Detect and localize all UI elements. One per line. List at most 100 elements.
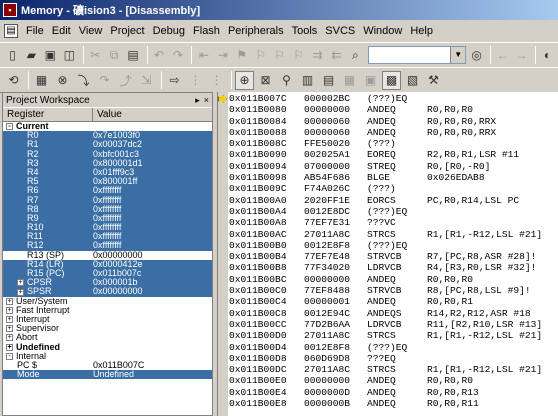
show-next-icon[interactable]: ⇨: [165, 71, 184, 90]
disassembly-line[interactable]: 0x011B00B8 77F34020 LDRVCB R4,[R3,R0,LSR #3…: [229, 262, 542, 273]
logic-analyzer-icon[interactable]: ▧: [403, 71, 422, 90]
stop-run-icon[interactable]: ⊗: [53, 71, 72, 90]
disassembly-line[interactable]: 0x011B00C0 77EF8488 STRVCB R8,[PC,R8,LSL #9…: [229, 285, 542, 296]
disassembly-line[interactable]: 0x011B0080 00000000 ANDEQ R0,R0,R0: [229, 104, 542, 115]
disassembly-line[interactable]: 0x011B00DC 27011A8C STRCS R1,[R1,-R12,LSL #…: [229, 364, 542, 375]
disassembly-line[interactable]: 0x011B00B0 0012E8F8 (???)EQ: [229, 240, 542, 251]
register-row[interactable]: Mode Undefined: [3, 369, 212, 380]
disassembly-line[interactable]: 0x011B008C FFE50020 (???): [229, 138, 542, 149]
disassembly-line[interactable]: 0x011B00A8 77EF7E31 ???VC: [229, 217, 542, 228]
toolbox-icon[interactable]: ⚒: [424, 71, 443, 90]
breakpoint-gutter[interactable]: [218, 92, 228, 416]
expand-icon[interactable]: +: [6, 297, 13, 305]
collapse-icon[interactable]: -: [6, 352, 13, 360]
indent-icon[interactable]: ⇉: [309, 46, 326, 65]
menu-tools[interactable]: Tools: [288, 25, 322, 37]
close-icon[interactable]: ×: [204, 95, 209, 106]
collapse-icon[interactable]: -: [6, 123, 13, 131]
clear-bookmarks-icon[interactable]: ⚐: [290, 46, 307, 65]
step-into-icon[interactable]: ⤵: [74, 71, 93, 90]
save-icon[interactable]: ▣: [42, 46, 59, 65]
register-value[interactable]: Undefined: [93, 369, 212, 380]
expand-icon[interactable]: +: [6, 316, 13, 324]
disassembly-line[interactable]: 0x011B00BC 00000000 ANDEQ R0,R0,R0: [229, 274, 542, 285]
register-value[interactable]: [93, 343, 212, 352]
menu-flash[interactable]: Flash: [189, 25, 224, 37]
disassembly-line[interactable]: 0x011B0090 002025A1 EOREQ R2,R0,R1,LSR #11: [229, 149, 542, 160]
copy-icon[interactable]: ⧉: [106, 46, 123, 65]
expand-icon[interactable]: +: [6, 325, 13, 333]
register-value[interactable]: [93, 324, 212, 333]
unindent-icon[interactable]: ⇇: [328, 46, 345, 65]
undo-icon[interactable]: ↶: [151, 46, 168, 65]
pin-icon[interactable]: ▸: [195, 95, 200, 106]
expand-icon[interactable]: +: [17, 288, 24, 296]
disassembly-line[interactable]: 0x011B00A4 0012E8DC (???)EQ: [229, 206, 542, 217]
disassembly-line[interactable]: 0x011B00D8 060D69D8 ???EQ: [229, 353, 542, 364]
disassembly-line[interactable]: 0x011B00CC 77D2B6AA LDRVCB R11,[R2,R10,LSR …: [229, 319, 542, 330]
forward-icon[interactable]: ⇥: [214, 46, 231, 65]
menu-debug[interactable]: Debug: [149, 25, 189, 37]
disassembly-line[interactable]: 0x011B007C 000002BC (???)EQ: [229, 93, 542, 104]
prev-bookmark-icon[interactable]: ⚐: [252, 46, 269, 65]
perf-analyzer-icon[interactable]: ▩: [382, 70, 401, 90]
disassembly-line[interactable]: 0x011B00E4 0000000D ANDEQ R0,R0,R13: [229, 387, 542, 398]
next-bookmark-icon[interactable]: ⚐: [271, 46, 288, 65]
run-icon[interactable]: ▦: [32, 71, 51, 90]
disassembly-line[interactable]: 0x011B00D0 27011A8C STRCS R1,[R1,-R12,LSL #…: [229, 330, 542, 341]
expand-icon[interactable]: +: [6, 334, 13, 342]
expand-icon[interactable]: +: [6, 343, 13, 351]
disassembly-line[interactable]: 0x011B0098 AB54F686 BLGE 0x026EDAB8: [229, 172, 542, 183]
register-value[interactable]: [93, 306, 212, 315]
column-header-register[interactable]: Register: [3, 108, 93, 121]
menu-window[interactable]: Window: [359, 25, 406, 37]
expand-icon[interactable]: +: [6, 306, 13, 314]
menu-edit[interactable]: Edit: [48, 25, 75, 37]
disassembly-line[interactable]: 0x011B00AC 27011A8C STRCS R1,[R1,-R12,LSL #…: [229, 229, 542, 240]
kill-breakpoints-icon[interactable]: ⋮: [207, 71, 226, 90]
insert-breakpoint-icon[interactable]: ⋮: [186, 71, 205, 90]
menu-peripherals[interactable]: Peripherals: [224, 25, 288, 37]
open-file-icon[interactable]: ▰: [23, 46, 40, 65]
cut-icon[interactable]: ✂: [87, 46, 104, 65]
menu-view[interactable]: View: [75, 25, 107, 37]
memory-window-icon[interactable]: ▦: [340, 71, 359, 90]
disassembly-line[interactable]: 0x011B00E0 00000000 ANDEQ R0,R0,R0: [229, 375, 542, 386]
disassembly-line[interactable]: 0x011B0094 07000000 STREQ R0,[R0,-R0]: [229, 161, 542, 172]
disassembly-line[interactable]: 0x011B00E8 0000000B ANDEQ R0,R0,R11: [229, 398, 542, 409]
step-out-icon[interactable]: ⤴: [116, 71, 135, 90]
menu-file[interactable]: File: [22, 25, 48, 37]
redo-icon[interactable]: ↷: [170, 46, 187, 65]
register-value[interactable]: [93, 333, 212, 342]
binoculars-icon[interactable]: ◎: [468, 46, 485, 65]
registers-icon[interactable]: ▥: [298, 71, 317, 90]
menu-project[interactable]: Project: [106, 25, 148, 37]
disassembly-line[interactable]: 0x011B00A0 2020FF1E EORCS PC,R0,R14,LSL PC: [229, 195, 542, 206]
register-value[interactable]: [93, 315, 212, 324]
disassembly-line[interactable]: 0x011B00C4 00000001 ANDEQ R0,R0,R1: [229, 296, 542, 307]
find-in-files-icon[interactable]: ⌕: [347, 46, 364, 65]
register-value[interactable]: [93, 297, 212, 306]
document-icon[interactable]: ▤: [4, 23, 18, 38]
serial-window-icon[interactable]: ▣: [361, 71, 380, 90]
run-to-cursor-icon[interactable]: ⇲: [137, 71, 156, 90]
disassembly-line[interactable]: 0x011B009C F74A026C (???): [229, 183, 542, 194]
new-file-icon[interactable]: ▯: [4, 46, 21, 65]
disassembly-line[interactable]: 0x011B00B4 77EF7E48 STRVCB R7,[PC,R8,ASR #2…: [229, 251, 542, 262]
reset-icon[interactable]: ⟲: [4, 71, 23, 90]
disassembly-line[interactable]: 0x011B0084 00000060 ANDEQ R0,R0,R0,RRX: [229, 116, 542, 127]
menu-help[interactable]: Help: [406, 25, 437, 37]
column-header-value[interactable]: Value: [93, 108, 212, 121]
bookmark-icon[interactable]: ⚑: [233, 46, 250, 65]
watch-window-icon[interactable]: ⊠: [256, 71, 275, 90]
chevron-down-icon[interactable]: ▼: [450, 47, 466, 63]
disassembly-window-icon[interactable]: ⊕: [235, 70, 254, 90]
search-back-icon[interactable]: ←: [494, 46, 511, 65]
register-value[interactable]: 0x00000000: [93, 287, 212, 297]
disassembly-line[interactable]: 0x011B0088 00000060 ANDEQ R0,R0,R0,RRX: [229, 127, 542, 138]
call-stack-icon[interactable]: ▤: [319, 71, 338, 90]
goto-icon[interactable]: ◐: [539, 46, 556, 65]
disassembly-line[interactable]: 0x011B00D4 0012E8F8 (???)EQ: [229, 342, 542, 353]
step-over-icon[interactable]: ↷: [95, 71, 114, 90]
expand-icon[interactable]: +: [17, 279, 24, 287]
